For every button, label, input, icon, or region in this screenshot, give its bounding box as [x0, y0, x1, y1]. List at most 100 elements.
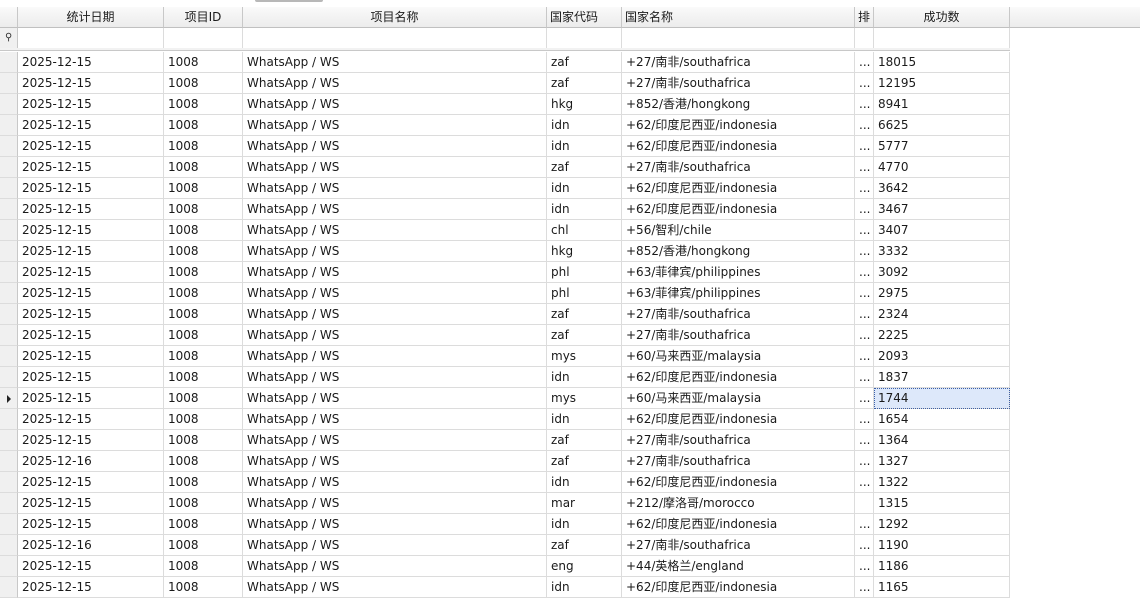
cell-country-name[interactable]: +27/南非/southafrica	[622, 451, 855, 472]
cell-stat-date[interactable]: 2025-12-15	[18, 52, 164, 73]
cell-project-name[interactable]: WhatsApp / WS	[243, 367, 547, 388]
cell-project-name[interactable]: WhatsApp / WS	[243, 577, 547, 598]
cell-project-name[interactable]: WhatsApp / WS	[243, 451, 547, 472]
cell-project-id[interactable]: 1008	[164, 136, 243, 157]
cell-stat-date[interactable]: 2025-12-15	[18, 430, 164, 451]
cell-stat-date[interactable]: 2025-12-16	[18, 451, 164, 472]
cell-country-name[interactable]: +62/印度尼西亚/indonesia	[622, 472, 855, 493]
filter-cell-stat-date[interactable]	[18, 28, 164, 49]
cell-sort[interactable]: ...	[855, 157, 874, 178]
row-indicator[interactable]	[0, 556, 18, 577]
cell-project-id[interactable]: 1008	[164, 409, 243, 430]
cell-stat-date[interactable]: 2025-12-15	[18, 199, 164, 220]
cell-project-id[interactable]: 1008	[164, 241, 243, 262]
cell-success-count[interactable]: 2324	[874, 304, 1010, 325]
filter-cell-country-name[interactable]	[622, 28, 855, 49]
cell-country-name[interactable]: +27/南非/southafrica	[622, 304, 855, 325]
cell-stat-date[interactable]: 2025-12-15	[18, 367, 164, 388]
cell-project-name[interactable]: WhatsApp / WS	[243, 178, 547, 199]
cell-stat-date[interactable]: 2025-12-15	[18, 472, 164, 493]
cell-stat-date[interactable]: 2025-12-15	[18, 283, 164, 304]
cell-project-id[interactable]: 1008	[164, 493, 243, 514]
column-header-country-code[interactable]: 国家代码	[547, 7, 622, 28]
cell-success-count[interactable]: 3407	[874, 220, 1010, 241]
cell-sort[interactable]: ...	[855, 115, 874, 136]
cell-success-count[interactable]: 1837	[874, 367, 1010, 388]
cell-stat-date[interactable]: 2025-12-15	[18, 409, 164, 430]
column-header-project-name[interactable]: 项目名称	[243, 7, 547, 28]
row-indicator[interactable]	[0, 325, 18, 346]
cell-sort[interactable]: ...	[855, 283, 874, 304]
row-indicator[interactable]	[0, 178, 18, 199]
cell-success-count[interactable]: 3332	[874, 241, 1010, 262]
row-indicator[interactable]	[0, 94, 18, 115]
cell-country-name[interactable]: +27/南非/southafrica	[622, 157, 855, 178]
cell-sort[interactable]: ...	[855, 451, 874, 472]
row-indicator[interactable]	[0, 241, 18, 262]
cell-project-id[interactable]: 1008	[164, 514, 243, 535]
cell-country-code[interactable]: idn	[547, 409, 622, 430]
cell-sort[interactable]: ...	[855, 94, 874, 115]
cell-stat-date[interactable]: 2025-12-15	[18, 115, 164, 136]
cell-country-name[interactable]: +62/印度尼西亚/indonesia	[622, 178, 855, 199]
cell-country-code[interactable]: zaf	[547, 430, 622, 451]
row-indicator[interactable]	[0, 304, 18, 325]
cell-country-name[interactable]: +63/菲律宾/philippines	[622, 262, 855, 283]
row-indicator[interactable]	[0, 472, 18, 493]
row-indicator[interactable]	[0, 346, 18, 367]
cell-sort[interactable]	[855, 493, 874, 514]
cell-country-code[interactable]: mar	[547, 493, 622, 514]
cell-project-id[interactable]: 1008	[164, 262, 243, 283]
row-indicator[interactable]	[0, 283, 18, 304]
cell-sort[interactable]: ...	[855, 472, 874, 493]
cell-success-count[interactable]: 5777	[874, 136, 1010, 157]
cell-sort[interactable]: ...	[855, 409, 874, 430]
cell-project-name[interactable]: WhatsApp / WS	[243, 136, 547, 157]
cell-project-id[interactable]: 1008	[164, 430, 243, 451]
cell-project-name[interactable]: WhatsApp / WS	[243, 472, 547, 493]
cell-stat-date[interactable]: 2025-12-16	[18, 535, 164, 556]
cell-country-code[interactable]: mys	[547, 388, 622, 409]
cell-sort[interactable]: ...	[855, 346, 874, 367]
cell-sort[interactable]: ...	[855, 514, 874, 535]
cell-success-count[interactable]: 1190	[874, 535, 1010, 556]
column-header-country-name[interactable]: 国家名称	[622, 7, 855, 28]
cell-sort[interactable]: ...	[855, 430, 874, 451]
cell-sort[interactable]: ...	[855, 52, 874, 73]
cell-stat-date[interactable]: 2025-12-15	[18, 346, 164, 367]
cell-success-count[interactable]: 4770	[874, 157, 1010, 178]
cell-project-id[interactable]: 1008	[164, 304, 243, 325]
cell-project-id[interactable]: 1008	[164, 535, 243, 556]
cell-sort[interactable]: ...	[855, 241, 874, 262]
cell-country-name[interactable]: +62/印度尼西亚/indonesia	[622, 115, 855, 136]
filter-cell-sort[interactable]	[855, 28, 874, 49]
row-indicator[interactable]	[0, 115, 18, 136]
cell-stat-date[interactable]: 2025-12-15	[18, 493, 164, 514]
column-header-sort[interactable]: 排	[855, 7, 874, 28]
cell-success-count[interactable]: 1315	[874, 493, 1010, 514]
cell-project-id[interactable]: 1008	[164, 283, 243, 304]
cell-stat-date[interactable]: 2025-12-15	[18, 556, 164, 577]
cell-sort[interactable]: ...	[855, 199, 874, 220]
cell-country-name[interactable]: +62/印度尼西亚/indonesia	[622, 199, 855, 220]
cell-project-name[interactable]: WhatsApp / WS	[243, 262, 547, 283]
cell-country-name[interactable]: +63/菲律宾/philippines	[622, 283, 855, 304]
top-tab[interactable]	[255, 0, 323, 2]
row-indicator[interactable]	[0, 157, 18, 178]
cell-country-code[interactable]: phl	[547, 283, 622, 304]
cell-success-count[interactable]: 1364	[874, 430, 1010, 451]
cell-country-code[interactable]: zaf	[547, 73, 622, 94]
cell-success-count[interactable]: 1186	[874, 556, 1010, 577]
row-indicator[interactable]	[0, 73, 18, 94]
cell-sort[interactable]: ...	[855, 388, 874, 409]
cell-country-name[interactable]: +27/南非/southafrica	[622, 52, 855, 73]
cell-stat-date[interactable]: 2025-12-15	[18, 136, 164, 157]
cell-project-id[interactable]: 1008	[164, 325, 243, 346]
cell-success-count[interactable]: 2093	[874, 346, 1010, 367]
cell-country-code[interactable]: eng	[547, 556, 622, 577]
column-header-stat-date[interactable]: 统计日期	[18, 7, 164, 28]
cell-stat-date[interactable]: 2025-12-15	[18, 73, 164, 94]
row-indicator[interactable]	[0, 388, 18, 409]
row-indicator[interactable]	[0, 577, 18, 598]
cell-country-code[interactable]: zaf	[547, 535, 622, 556]
